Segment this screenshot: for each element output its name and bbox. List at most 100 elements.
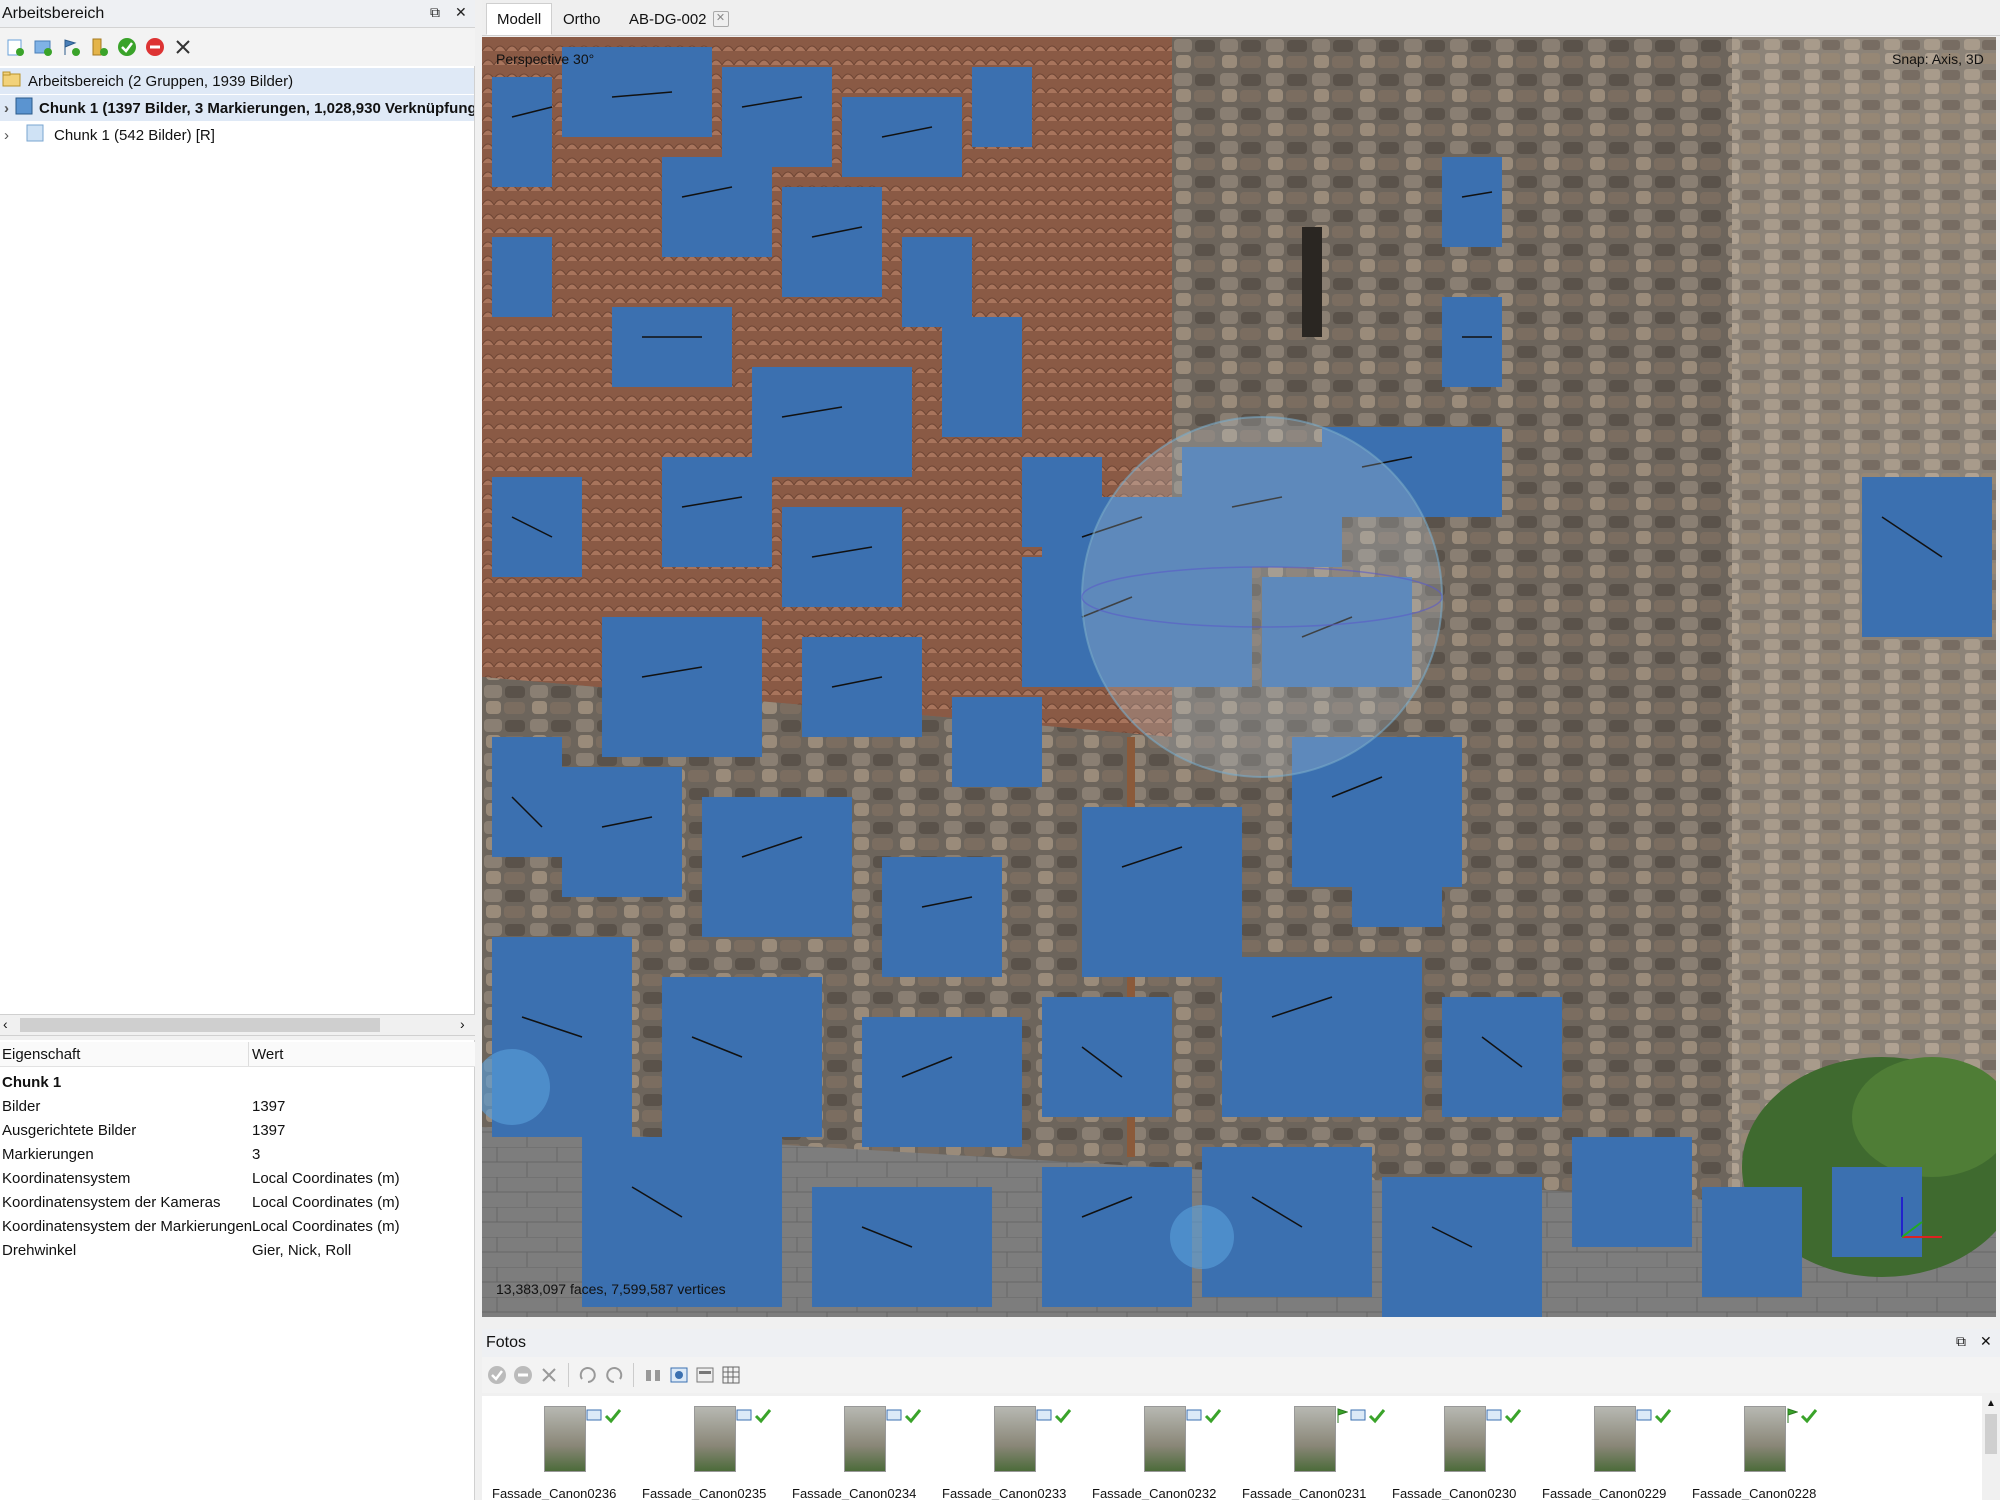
- property-row: Koordinatensystem der Markierungen Local…: [0, 1214, 475, 1238]
- scrollbar-thumb[interactable]: [20, 1018, 380, 1032]
- scroll-left-icon[interactable]: ‹: [3, 1016, 8, 1032]
- photo-preview: [1294, 1406, 1336, 1472]
- section-title: Chunk 1: [2, 1073, 62, 1091]
- camera-icon: [1036, 1408, 1052, 1428]
- photo-preview: [1744, 1406, 1786, 1472]
- properties-table: Eigenschaft Wert Chunk 1 Bilder 1397 Aus…: [0, 1040, 475, 1500]
- photo-status-badges: [1036, 1408, 1072, 1428]
- binoculars-icon[interactable]: [642, 1364, 664, 1386]
- view-photo-icon[interactable]: [668, 1364, 690, 1386]
- aligned-check-icon: [604, 1408, 622, 1428]
- header-value: Wert: [252, 1045, 284, 1063]
- scene-render: [482, 37, 1996, 1317]
- scroll-right-icon[interactable]: ›: [460, 1016, 465, 1032]
- thumbnails-vertical-scrollbar[interactable]: ▲: [1982, 1396, 2000, 1500]
- model-viewport[interactable]: Perspective 30° Snap: Axis, 3D 13,383,09…: [482, 37, 1996, 1317]
- photo-label: Fassade_Canon0235: [642, 1486, 767, 1500]
- property-row: Markierungen 3: [0, 1142, 475, 1166]
- scroll-up-icon[interactable]: ▲: [1986, 1398, 1996, 1409]
- chevron-right-icon[interactable]: ›: [4, 100, 9, 117]
- aligned-check-icon: [1054, 1408, 1072, 1428]
- photo-status-badges: [886, 1408, 922, 1428]
- remove-icon[interactable]: [172, 36, 194, 58]
- photo-thumbnail[interactable]: Fassade_Canon0235: [632, 1406, 782, 1500]
- photo-label: Fassade_Canon0228: [1692, 1486, 1817, 1500]
- chunk-icon: [26, 124, 48, 146]
- photo-label: Fassade_Canon0234: [792, 1486, 917, 1500]
- photo-thumbnail[interactable]: Fassade_Canon0229: [1532, 1406, 1682, 1500]
- column-divider: [248, 1042, 249, 1066]
- aligned-check-icon: [1654, 1408, 1672, 1428]
- add-markers-icon[interactable]: [60, 36, 82, 58]
- photo-preview: [694, 1406, 736, 1472]
- disable-icon[interactable]: [512, 1364, 534, 1386]
- property-key: Koordinatensystem der Kameras: [2, 1193, 221, 1211]
- property-row: Bilder 1397: [0, 1094, 475, 1118]
- chevron-right-icon[interactable]: ›: [4, 127, 20, 144]
- rotate-left-icon[interactable]: [577, 1364, 599, 1386]
- photo-thumbnails: Fassade_Canon0236 Fassade_Canon0235 Fass…: [482, 1396, 1982, 1500]
- tree-item-chunk-1-reference[interactable]: › Chunk 1 (542 Bilder) [R]: [0, 122, 215, 148]
- photo-status-badges: [1786, 1408, 1818, 1428]
- scrollbar-thumb[interactable]: [1985, 1414, 1997, 1454]
- flag-icon: [1786, 1408, 1799, 1428]
- disable-icon[interactable]: [144, 36, 166, 58]
- photo-thumbnail[interactable]: Fassade_Canon0228: [1682, 1406, 1832, 1500]
- property-value: Gier, Nick, Roll: [252, 1241, 352, 1259]
- tab-ortho[interactable]: Ortho: [552, 3, 612, 35]
- tab-label: Modell: [497, 10, 542, 28]
- grid-view-icon[interactable]: [720, 1364, 742, 1386]
- photo-preview: [1444, 1406, 1486, 1472]
- properties-section: Chunk 1: [0, 1070, 475, 1094]
- tab-label: AB-DG-002: [629, 10, 707, 28]
- close-panel-icon[interactable]: ✕: [455, 4, 467, 21]
- add-photos-icon[interactable]: [32, 36, 54, 58]
- tree-item-label: Chunk 1 (1397 Bilder, 3 Markierungen, 1,…: [39, 99, 475, 117]
- toolbar-divider: [568, 1363, 569, 1387]
- remove-icon[interactable]: [538, 1364, 560, 1386]
- photo-status-badges: [586, 1408, 622, 1428]
- model-stats-label: 13,383,097 faces, 7,599,587 vertices: [496, 1281, 726, 1297]
- photo-thumbnail[interactable]: Fassade_Canon0231: [1232, 1406, 1386, 1500]
- photo-status-badges: [1486, 1408, 1522, 1428]
- photo-status-badges: [1636, 1408, 1672, 1428]
- photo-preview: [1594, 1406, 1636, 1472]
- close-tab-icon[interactable]: ✕: [712, 11, 729, 27]
- tab-model[interactable]: Modell: [486, 3, 553, 35]
- tree-item-chunk-1-active[interactable]: › Chunk 1 (1397 Bilder, 3 Markierungen, …: [0, 95, 474, 121]
- property-value: 1397: [252, 1097, 286, 1115]
- float-panel-icon[interactable]: ⧉: [1956, 1333, 1966, 1350]
- close-panel-icon[interactable]: ✕: [1980, 1333, 1992, 1350]
- tree-item-workspace[interactable]: Arbeitsbereich (2 Gruppen, 1939 Bilder): [0, 68, 474, 94]
- photo-thumbnail[interactable]: Fassade_Canon0234: [782, 1406, 932, 1500]
- projection-label: Perspective 30°: [496, 51, 595, 67]
- photo-preview: [994, 1406, 1036, 1472]
- photo-label: Fassade_Canon0230: [1392, 1486, 1517, 1500]
- camera-icon: [1636, 1408, 1652, 1428]
- photo-label: Fassade_Canon0231: [1242, 1486, 1367, 1500]
- photos-panel-title: Fotos ⧉ ✕: [482, 1329, 2000, 1357]
- enable-icon[interactable]: [116, 36, 138, 58]
- flag-icon: [1336, 1408, 1349, 1428]
- float-panel-icon[interactable]: ⧉: [430, 4, 440, 21]
- header-property: Eigenschaft: [2, 1045, 81, 1063]
- enable-icon[interactable]: [486, 1364, 508, 1386]
- photo-thumbnail[interactable]: Fassade_Canon0236: [482, 1406, 632, 1500]
- photo-thumbnail[interactable]: Fassade_Canon0233: [932, 1406, 1082, 1500]
- view-details-icon[interactable]: [694, 1364, 716, 1386]
- photo-thumbnail[interactable]: Fassade_Canon0230: [1382, 1406, 1532, 1500]
- add-shapes-icon[interactable]: [88, 36, 110, 58]
- tree-item-label: Arbeitsbereich (2 Gruppen, 1939 Bilder): [28, 72, 294, 90]
- workspace-panel-title: Arbeitsbereich ⧉ ✕: [0, 0, 475, 28]
- photos-toolbar: [482, 1357, 2000, 1393]
- aligned-check-icon: [904, 1408, 922, 1428]
- toolbar-divider: [633, 1363, 634, 1387]
- property-key: Drehwinkel: [2, 1241, 77, 1259]
- add-chunk-icon[interactable]: [4, 36, 26, 58]
- rotate-right-icon[interactable]: [603, 1364, 625, 1386]
- property-value: Local Coordinates (m): [252, 1193, 400, 1211]
- tree-horizontal-scrollbar[interactable]: ‹ ›: [0, 1014, 475, 1036]
- photo-thumbnail[interactable]: Fassade_Canon0232: [1082, 1406, 1232, 1500]
- tab-ab-dg-002[interactable]: AB-DG-002 ✕: [618, 3, 740, 35]
- photo-label: Fassade_Canon0236: [492, 1486, 617, 1500]
